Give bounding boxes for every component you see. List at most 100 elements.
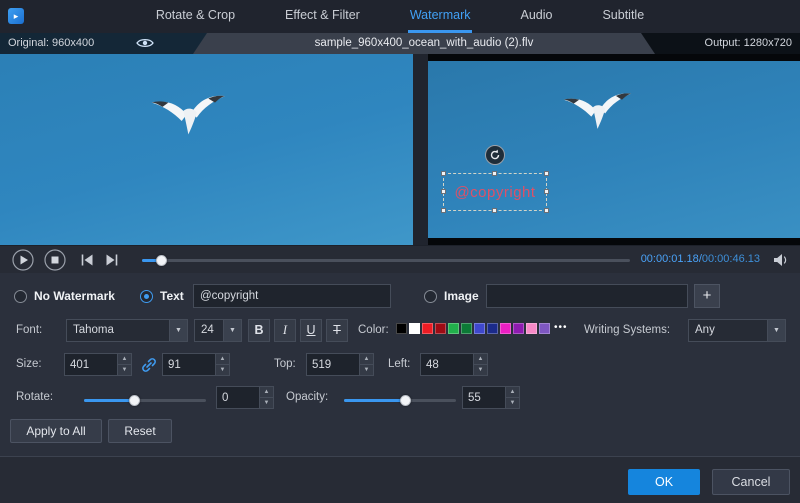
resize-handle[interactable] bbox=[544, 189, 549, 194]
opacity-slider-handle[interactable] bbox=[400, 395, 411, 406]
radio-circle[interactable] bbox=[140, 290, 153, 303]
reset-button[interactable]: Reset bbox=[108, 419, 172, 443]
color-swatch[interactable] bbox=[487, 323, 498, 334]
opacity-field: ▲▼ bbox=[462, 386, 520, 409]
step-down-button[interactable]: ▼ bbox=[260, 398, 273, 408]
watermark-image-input[interactable] bbox=[486, 284, 688, 308]
color-swatch[interactable] bbox=[409, 323, 420, 334]
resize-handle[interactable] bbox=[492, 171, 497, 176]
color-swatch[interactable] bbox=[539, 323, 550, 334]
ok-button[interactable]: OK bbox=[628, 469, 700, 495]
bird-image bbox=[560, 89, 638, 135]
resize-handle[interactable] bbox=[492, 208, 497, 213]
rotate-slider[interactable] bbox=[84, 399, 206, 402]
bird-image bbox=[148, 91, 232, 141]
resize-handle[interactable] bbox=[441, 171, 446, 176]
left-label: Left: bbox=[388, 358, 410, 370]
previous-frame-button[interactable] bbox=[80, 253, 95, 267]
link-dimensions-icon[interactable] bbox=[140, 356, 158, 377]
play-button[interactable] bbox=[12, 249, 34, 271]
step-down-button[interactable]: ▼ bbox=[474, 365, 487, 375]
resize-handle[interactable] bbox=[544, 171, 549, 176]
opacity-input[interactable] bbox=[463, 387, 504, 408]
next-frame-button[interactable] bbox=[104, 253, 119, 267]
step-up-button[interactable]: ▲ bbox=[216, 354, 229, 365]
cancel-button[interactable]: Cancel bbox=[712, 469, 790, 495]
rotate-label: Rotate: bbox=[16, 391, 53, 403]
radio-circle[interactable] bbox=[14, 290, 27, 303]
add-image-button[interactable]: + bbox=[694, 284, 720, 308]
top-input[interactable] bbox=[307, 354, 358, 375]
color-swatch[interactable] bbox=[396, 323, 407, 334]
tab-watermark[interactable]: Watermark bbox=[408, 0, 473, 33]
image-watermark-radio[interactable]: Image bbox=[424, 289, 479, 303]
color-swatch[interactable] bbox=[461, 323, 472, 334]
step-up-button[interactable]: ▲ bbox=[474, 354, 487, 365]
bold-button[interactable]: B bbox=[248, 319, 270, 342]
underline-button[interactable]: U bbox=[300, 319, 322, 342]
color-swatch[interactable] bbox=[526, 323, 537, 334]
stepper: ▲▼ bbox=[215, 354, 229, 375]
size-height-input[interactable] bbox=[163, 354, 214, 375]
no-watermark-radio[interactable]: No Watermark bbox=[14, 289, 115, 303]
preview-eye-icon[interactable] bbox=[136, 37, 154, 52]
tab-subtitle[interactable]: Subtitle bbox=[600, 0, 646, 33]
strikethrough-button[interactable]: T bbox=[326, 319, 348, 342]
chevron-down-icon: ▼ bbox=[169, 320, 187, 341]
stepper: ▲▼ bbox=[359, 354, 373, 375]
color-swatch[interactable] bbox=[500, 323, 511, 334]
step-down-button[interactable]: ▼ bbox=[216, 365, 229, 375]
color-swatch[interactable] bbox=[474, 323, 485, 334]
color-swatch[interactable] bbox=[448, 323, 459, 334]
watermark-rotate-handle[interactable] bbox=[485, 145, 505, 165]
step-down-button[interactable]: ▼ bbox=[360, 365, 373, 375]
rotate-input[interactable] bbox=[217, 387, 258, 408]
seek-slider-handle[interactable] bbox=[156, 255, 167, 266]
text-watermark-radio[interactable]: Text bbox=[140, 289, 184, 303]
step-down-button[interactable]: ▼ bbox=[506, 398, 519, 408]
watermark-text-input[interactable] bbox=[193, 284, 391, 308]
step-up-button[interactable]: ▲ bbox=[360, 354, 373, 365]
watermark-controls: No Watermark Text Image + Font: Tahoma ▼… bbox=[0, 273, 800, 456]
color-swatch[interactable] bbox=[513, 323, 524, 334]
size-height-field: ▲▼ bbox=[162, 353, 230, 376]
color-label: Color: bbox=[358, 324, 389, 336]
stop-button[interactable] bbox=[44, 249, 66, 271]
volume-icon[interactable] bbox=[773, 253, 790, 270]
output-video-frame: @copyright bbox=[428, 61, 800, 238]
color-swatch[interactable] bbox=[422, 323, 433, 334]
step-up-button[interactable]: ▲ bbox=[260, 387, 273, 398]
size-width-input[interactable] bbox=[65, 354, 116, 375]
rotate-slider-handle[interactable] bbox=[129, 395, 140, 406]
font-label: Font: bbox=[16, 324, 42, 336]
resize-handle[interactable] bbox=[441, 189, 446, 194]
resize-handle[interactable] bbox=[544, 208, 549, 213]
radio-circle[interactable] bbox=[424, 290, 437, 303]
step-up-button[interactable]: ▲ bbox=[506, 387, 519, 398]
stepper: ▲▼ bbox=[259, 387, 273, 408]
tab-audio[interactable]: Audio bbox=[518, 0, 554, 33]
step-down-button[interactable]: ▼ bbox=[118, 365, 131, 375]
writing-systems-dropdown[interactable]: Any ▼ bbox=[688, 319, 786, 342]
italic-button[interactable]: I bbox=[274, 319, 296, 342]
font-size-dropdown[interactable]: 24 ▼ bbox=[194, 319, 242, 342]
font-dropdown[interactable]: Tahoma ▼ bbox=[66, 319, 188, 342]
step-up-button[interactable]: ▲ bbox=[118, 354, 131, 365]
left-field: ▲▼ bbox=[420, 353, 488, 376]
seek-slider[interactable] bbox=[142, 259, 630, 262]
resize-handle[interactable] bbox=[441, 208, 446, 213]
stepper: ▲▼ bbox=[473, 354, 487, 375]
left-input[interactable] bbox=[421, 354, 472, 375]
more-colors-button[interactable]: ••• bbox=[554, 322, 568, 333]
watermark-overlay[interactable]: @copyright bbox=[443, 173, 547, 211]
total-time: 00:00:46.13 bbox=[702, 253, 760, 265]
current-time: 00:00:01.18 bbox=[641, 253, 699, 265]
tab-effect-filter[interactable]: Effect & Filter bbox=[283, 0, 362, 33]
opacity-slider[interactable] bbox=[344, 399, 456, 402]
color-swatch[interactable] bbox=[435, 323, 446, 334]
apply-to-all-button[interactable]: Apply to All bbox=[10, 419, 102, 443]
stepper: ▲▼ bbox=[117, 354, 131, 375]
output-size-label: Output: 1280x720 bbox=[705, 33, 792, 54]
output-preview-video: @copyright bbox=[428, 33, 800, 245]
tab-rotate-crop[interactable]: Rotate & Crop bbox=[154, 0, 237, 33]
